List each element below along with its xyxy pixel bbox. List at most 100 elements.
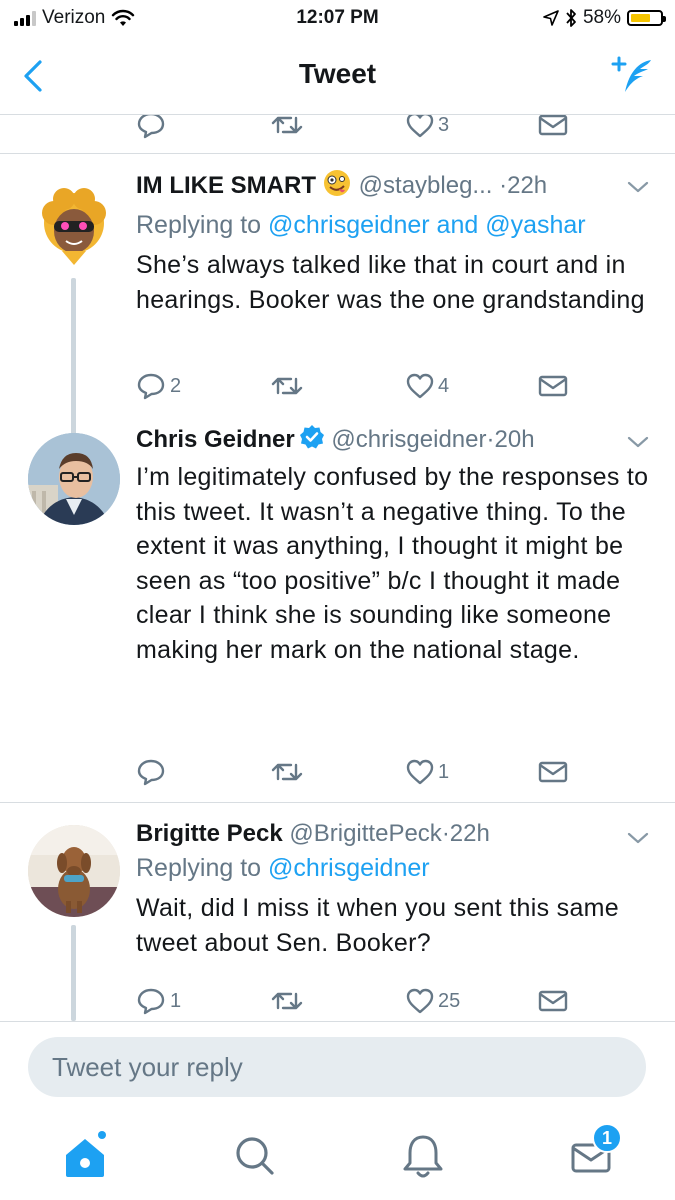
status-bar: Verizon 12:07 PM 58% xyxy=(0,0,675,40)
like-count: 4 xyxy=(438,374,450,397)
heart-icon xyxy=(406,373,434,399)
retweet-action[interactable] xyxy=(271,115,303,141)
replying-to: Replying to @chrisgeidner and @yashar xyxy=(136,208,656,242)
user-handle[interactable]: @chrisgeidner xyxy=(331,426,486,453)
cartoon-avatar-image xyxy=(42,188,106,265)
compose-tweet-button[interactable] xyxy=(609,54,657,98)
mention-link[interactable]: @chrisgeidner xyxy=(268,211,430,239)
like-action[interactable]: 3 xyxy=(406,115,449,141)
chevron-down-icon[interactable] xyxy=(627,180,649,194)
dm-action[interactable] xyxy=(538,756,568,788)
retweet-action[interactable] xyxy=(271,370,303,402)
reply-action[interactable]: 2 xyxy=(136,370,181,402)
retweet-icon xyxy=(271,763,303,781)
tweet-text: Wait, did I miss it when you sent this s… xyxy=(136,894,619,957)
tab-messages[interactable]: 1 xyxy=(562,1123,622,1185)
avatar[interactable] xyxy=(28,433,120,525)
tweet-time: ·20h xyxy=(486,426,535,453)
user-handle[interactable]: @staybleg... xyxy=(359,172,493,199)
replying-label: Replying to xyxy=(136,211,262,239)
like-count: 1 xyxy=(438,760,450,783)
like-count: 25 xyxy=(438,989,461,1012)
tweet-actions: 1 xyxy=(136,756,576,788)
tweet-text: She’s always talked like that in court a… xyxy=(136,251,645,314)
dm-action[interactable] xyxy=(538,370,568,402)
mention-link[interactable]: @chrisgeidner xyxy=(268,854,430,882)
like-count: 3 xyxy=(438,115,450,136)
dm-action[interactable] xyxy=(538,985,568,1017)
tweet-thread[interactable]: 3 IM LIKE SMART @staybleg... ·22h Replyi… xyxy=(0,115,675,1021)
home-icon xyxy=(66,1131,106,1177)
reply-icon xyxy=(137,988,165,1015)
tweet-body: Brigitte Peck @BrigittePeck·22h Replying… xyxy=(136,817,656,960)
retweet-action[interactable] xyxy=(271,985,303,1017)
heart-icon xyxy=(406,115,434,138)
tweet-time: ·22h xyxy=(499,172,548,199)
bluetooth-icon xyxy=(566,9,576,27)
reply-action[interactable] xyxy=(136,756,170,788)
bell-icon xyxy=(403,1135,443,1178)
tweet-item[interactable]: Chris Geidner @chrisgeidner·20h I’m legi… xyxy=(0,411,675,803)
mention-and: and xyxy=(436,211,479,239)
display-name[interactable]: Chris Geidner xyxy=(136,426,295,453)
retweet-icon xyxy=(271,377,303,395)
tab-search[interactable] xyxy=(224,1125,284,1185)
tweet-header: Chris Geidner @chrisgeidner·20h xyxy=(136,423,656,460)
retweet-action[interactable] xyxy=(271,756,303,788)
envelope-icon xyxy=(538,761,568,783)
replying-label: Replying to xyxy=(136,854,262,882)
battery-percent: 58% xyxy=(582,7,621,28)
location-arrow-icon xyxy=(543,10,559,26)
like-action[interactable]: 1 xyxy=(406,756,449,788)
heart-icon xyxy=(406,759,434,785)
tweet-body: IM LIKE SMART @staybleg... ·22h Replying… xyxy=(136,168,656,317)
reply-action[interactable]: 1 xyxy=(136,985,181,1017)
tweet-item[interactable]: IM LIKE SMART @staybleg... ·22h Replying… xyxy=(0,154,675,450)
reply-count: 2 xyxy=(170,374,182,397)
heart-icon xyxy=(406,988,434,1014)
reply-icon xyxy=(137,759,165,786)
nav-bar: Tweet xyxy=(0,40,675,115)
status-right: 58% xyxy=(543,7,666,29)
retweet-icon xyxy=(271,992,303,1010)
like-action[interactable]: 4 xyxy=(406,370,449,402)
user-handle[interactable]: @BrigittePeck xyxy=(289,820,441,847)
replying-to: Replying to @chrisgeidner xyxy=(136,851,656,885)
retweet-icon xyxy=(271,116,303,134)
tweet-body: Chris Geidner @chrisgeidner·20h I’m legi… xyxy=(136,423,656,667)
zany-face-icon xyxy=(322,168,352,208)
reply-input[interactable] xyxy=(28,1037,646,1097)
envelope-icon xyxy=(538,375,568,397)
tweet-item[interactable]: Brigitte Peck @BrigittePeck·22h Replying… xyxy=(0,803,675,1021)
thread-line xyxy=(71,925,76,1021)
reply-bar xyxy=(0,1021,675,1112)
display-name[interactable]: IM LIKE SMART xyxy=(136,172,316,199)
tab-home[interactable] xyxy=(55,1125,115,1185)
reply-action[interactable] xyxy=(136,115,166,141)
chevron-down-icon[interactable] xyxy=(627,831,649,845)
display-name[interactable]: Brigitte Peck xyxy=(136,820,283,847)
profile-photo-image xyxy=(28,433,120,525)
envelope-icon xyxy=(538,115,568,136)
dog-photo-image xyxy=(28,825,120,917)
avatar[interactable] xyxy=(28,181,120,273)
tweet-time: ·22h xyxy=(441,820,490,847)
battery-icon xyxy=(627,10,666,26)
page-title: Tweet xyxy=(298,58,377,89)
dm-action[interactable] xyxy=(538,115,568,141)
search-icon xyxy=(236,1137,274,1175)
tweet-text: I’m legitimately confused by the respons… xyxy=(136,463,649,664)
avatar[interactable] xyxy=(28,825,120,917)
tweet-actions: 2 4 xyxy=(136,370,576,402)
mention-link[interactable]: @yashar xyxy=(485,211,585,239)
tweet-header: Brigitte Peck @BrigittePeck·22h xyxy=(136,817,656,851)
envelope-icon xyxy=(538,990,568,1012)
reply-icon xyxy=(137,373,165,400)
tweet-actions: 1 25 xyxy=(136,985,576,1017)
tab-notifications[interactable] xyxy=(393,1125,453,1185)
tweet-header: IM LIKE SMART @staybleg... ·22h xyxy=(136,168,656,208)
verified-badge-icon xyxy=(299,424,325,460)
like-action[interactable]: 25 xyxy=(406,985,460,1017)
messages-badge: 1 xyxy=(592,1123,622,1153)
chevron-down-icon[interactable] xyxy=(627,435,649,449)
